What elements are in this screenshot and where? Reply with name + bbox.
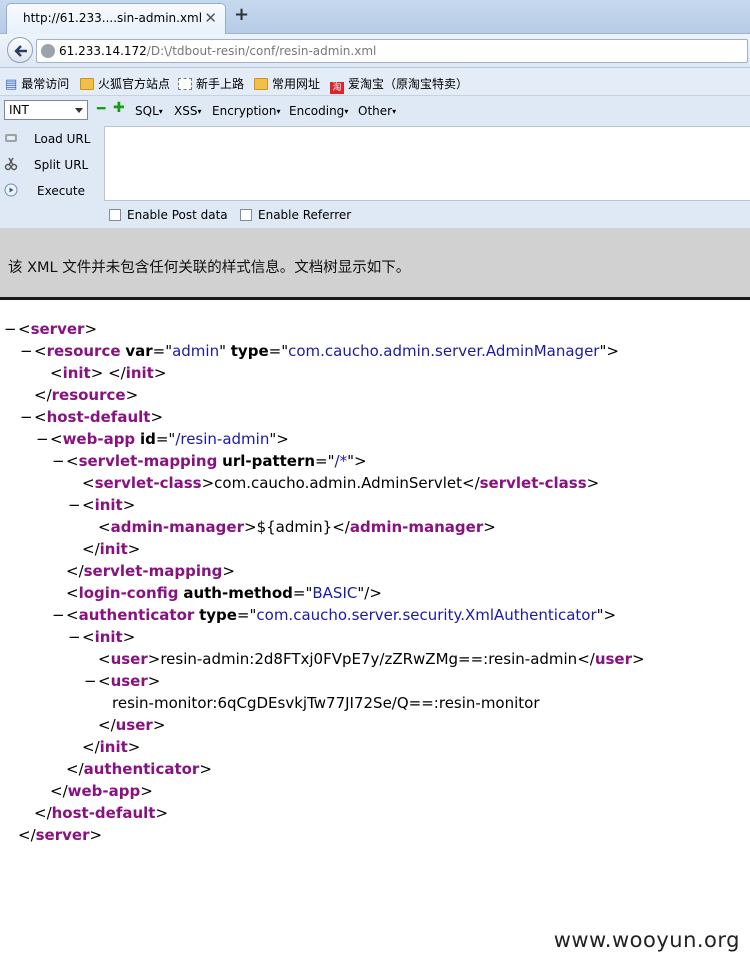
hackbar-menu-sql[interactable]: SQL▾ (135, 104, 163, 118)
back-button[interactable] (7, 37, 33, 63)
taobao-icon: 淘 (330, 82, 344, 94)
navigation-bar: 61.233.14.172/D:\/tdbout-resin/conf/resi… (0, 34, 750, 68)
bookmarks-toolbar: ▤ 最常访问 火狐官方站点 新手上路 常用网址 淘爱淘宝（原淘宝特卖） (0, 68, 750, 96)
bookmark-common-sites[interactable]: 常用网址 (254, 75, 320, 92)
new-tab-button[interactable]: + (234, 4, 249, 25)
dropdown-icon: ▾ (197, 107, 202, 116)
bookmark-most-visited[interactable]: ▤ 最常访问 (5, 75, 69, 92)
minus-icon[interactable]: ━ (97, 101, 105, 117)
execute-button[interactable]: Execute (0, 179, 102, 203)
folder-icon (80, 78, 94, 90)
url-path: /D:\/tdbout-resin/conf/resin-admin.xml (146, 44, 377, 58)
collapse-toggle[interactable]: − (68, 494, 81, 516)
enable-post-data-checkbox[interactable]: Enable Post data (109, 208, 228, 222)
dropdown-icon: ▾ (344, 107, 349, 116)
split-url-button[interactable]: Split URL (0, 153, 102, 177)
back-arrow-icon (14, 45, 27, 57)
scissors-icon (4, 157, 18, 171)
collapse-toggle[interactable]: − (84, 670, 97, 692)
hackbar-panel: INT ━ ✚ SQL▾ XSS▾ Encryption▾ Encoding▾ … (0, 96, 750, 228)
bookmark-getting-started[interactable]: 新手上路 (178, 75, 244, 92)
tab-strip: http://61.233....sin-admin.xml ✕ + (0, 0, 750, 34)
dashed-page-icon (178, 78, 192, 90)
collapse-toggle[interactable]: − (36, 428, 49, 450)
tab-title: http://61.233....sin-admin.xml (23, 11, 203, 25)
browser-tab[interactable]: http://61.233....sin-admin.xml ✕ (6, 3, 226, 34)
checkbox-box (109, 209, 121, 221)
bookmark-firefox-site[interactable]: 火狐官方站点 (80, 75, 170, 92)
hackbar-type-select[interactable]: INT (4, 100, 88, 120)
hackbar-menu-encryption[interactable]: Encryption▾ (212, 104, 280, 118)
play-icon (4, 183, 18, 197)
url-bar[interactable]: 61.233.14.172/D:\/tdbout-resin/conf/resi… (36, 39, 748, 63)
dropdown-icon: ▾ (276, 107, 281, 116)
hackbar-menu-other[interactable]: Other▾ (358, 104, 396, 118)
watermark: www.wooyun.org (553, 928, 740, 952)
dropdown-icon: ▾ (392, 107, 397, 116)
star-icon: ▤ (5, 77, 18, 92)
load-url-icon (5, 134, 17, 142)
bookmark-taobao[interactable]: 淘爱淘宝（原淘宝特卖） (330, 75, 468, 94)
xml-notice-banner: 该 XML 文件并未包含任何关联的样式信息。文档树显示如下。 (0, 228, 750, 300)
collapse-toggle[interactable]: − (20, 406, 33, 428)
load-url-button[interactable]: Load URL (0, 127, 102, 151)
enable-referrer-checkbox[interactable]: Enable Referrer (240, 208, 351, 222)
chevron-down-icon (75, 108, 83, 113)
close-tab-icon[interactable]: ✕ (204, 9, 217, 27)
hackbar-menu-encoding[interactable]: Encoding▾ (289, 104, 348, 118)
url-host: 61.233.14.172 (59, 44, 147, 58)
collapse-toggle[interactable]: − (4, 318, 17, 340)
url-text: 61.233.14.172/D:\/tdbout-resin/conf/resi… (59, 44, 376, 58)
hackbar-url-textarea[interactable] (104, 126, 750, 201)
collapse-toggle[interactable]: − (52, 450, 65, 472)
collapse-toggle[interactable]: − (20, 340, 33, 362)
collapse-toggle[interactable]: − (52, 604, 65, 626)
hackbar-menu-xss[interactable]: XSS▾ (174, 104, 201, 118)
globe-icon (41, 44, 55, 58)
checkbox-box (240, 209, 252, 221)
dropdown-icon: ▾ (158, 107, 163, 116)
collapse-toggle[interactable]: − (68, 626, 81, 648)
xml-notice-text: 该 XML 文件并未包含任何关联的样式信息。文档树显示如下。 (8, 260, 411, 276)
plus-icon[interactable]: ✚ (113, 100, 125, 116)
folder-icon (254, 78, 268, 90)
